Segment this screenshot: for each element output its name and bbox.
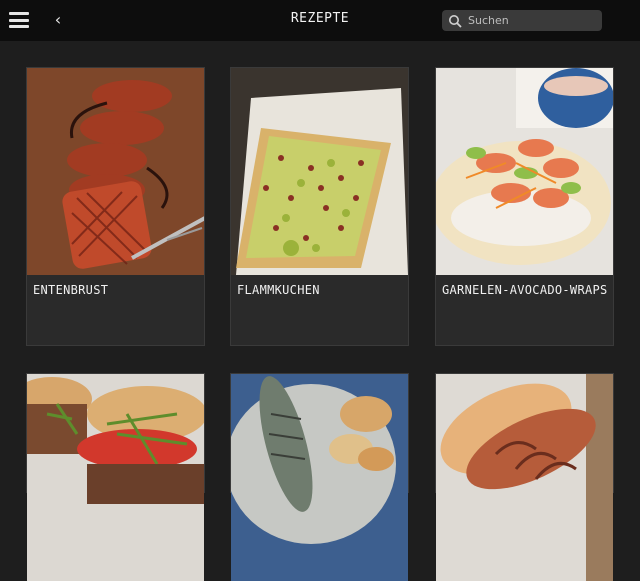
- recipe-card-burger[interactable]: [26, 373, 205, 581]
- recipe-image-hotdog: [436, 374, 613, 581]
- recipe-card-flammkuchen[interactable]: FLAMMKUCHEN: [230, 67, 409, 346]
- recipe-image-fish: [231, 374, 408, 581]
- search-input[interactable]: [468, 12, 596, 29]
- recipe-card-garnelen-avocado-wraps[interactable]: GARNELEN-AVOCADO-WRAPS: [435, 67, 614, 346]
- recipe-image-flammkuchen: [231, 68, 408, 275]
- search-icon: [449, 15, 462, 28]
- recipe-card-fish[interactable]: [230, 373, 409, 581]
- recipe-image-burger: [27, 374, 204, 581]
- recipe-title: FLAMMKUCHEN: [237, 283, 320, 297]
- recipe-card-hotdog[interactable]: [435, 373, 614, 581]
- recipe-card-entenbrust[interactable]: ENTENBRUST: [26, 67, 205, 346]
- recipe-title: ENTENBRUST: [33, 283, 109, 297]
- search-bar[interactable]: [442, 10, 602, 31]
- recipe-image-entenbrust: [27, 68, 204, 275]
- top-bar: ‹ REZEPTE: [0, 0, 640, 41]
- recipe-image-garnelen-avocado-wraps: [436, 68, 613, 275]
- recipe-title: GARNELEN-AVOCADO-WRAPS: [442, 283, 608, 297]
